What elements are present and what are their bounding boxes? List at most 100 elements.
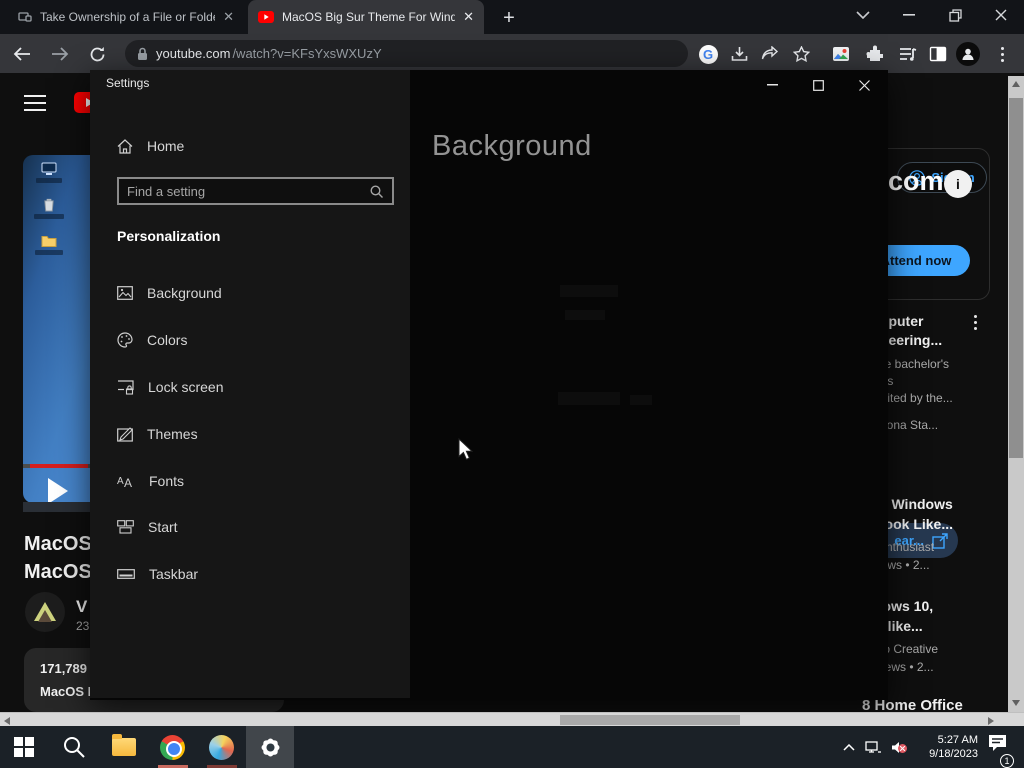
tab-favicon-windows-icon — [18, 10, 32, 24]
video-title-line1: MacOS — [24, 533, 92, 555]
sidebar-item-start[interactable]: Start — [90, 511, 410, 543]
forward-button[interactable] — [46, 40, 74, 68]
sidebar-item-colors[interactable]: Colors — [90, 324, 410, 356]
new-tab-button[interactable]: + — [496, 5, 522, 31]
scroll-down-arrow — [1012, 700, 1020, 706]
sidebar-item-lock-screen[interactable]: Lock screen — [90, 371, 410, 403]
settings-close-button[interactable] — [841, 70, 887, 100]
settings-search-box[interactable] — [117, 177, 394, 205]
url-domain: youtube.com — [156, 46, 231, 61]
tab-title: Take Ownership of a File or Folde — [40, 10, 216, 24]
network-icon[interactable] — [865, 740, 881, 754]
bleed-artifact — [558, 392, 620, 405]
sidebar-item-background[interactable]: Background — [90, 277, 410, 309]
video-player[interactable] — [23, 155, 90, 503]
photos-extension-icon[interactable] — [827, 40, 855, 68]
browser-close-button[interactable] — [981, 0, 1021, 30]
tray-chevron-icon[interactable] — [843, 743, 855, 751]
tab-search-chevron-icon[interactable] — [843, 0, 883, 30]
settings-maximize-button[interactable] — [795, 70, 841, 100]
taskbar-clock[interactable]: 5:27 AM 9/18/2023 — [916, 733, 978, 761]
settings-taskbar-button[interactable] — [246, 726, 294, 768]
vertical-scroll-thumb[interactable] — [1009, 98, 1023, 458]
chrome-icon — [159, 734, 185, 760]
settings-minimize-button[interactable] — [749, 70, 795, 100]
settings-section-heading: Personalization — [117, 228, 221, 244]
edge-icon — [208, 734, 234, 760]
reload-button[interactable] — [83, 40, 111, 68]
address-bar[interactable]: youtube.com/watch?v=KFsYxsWXUzY — [125, 40, 688, 67]
system-tray: 5:27 AM 9/18/2023 1 — [843, 726, 1014, 768]
rail-video1-menu-icon[interactable] — [974, 315, 977, 330]
sidebar-item-label: Taskbar — [149, 566, 199, 582]
download-icon[interactable] — [725, 40, 753, 68]
extensions-puzzle-icon[interactable] — [861, 40, 889, 68]
bleed-artifact — [565, 310, 605, 320]
play-button-icon[interactable] — [48, 478, 68, 504]
volume-muted-icon[interactable] — [891, 741, 907, 754]
bleed-artifact — [560, 285, 618, 297]
lock-screen-icon — [118, 379, 134, 395]
taskbar-search-button[interactable] — [50, 726, 98, 768]
start-button[interactable] — [0, 726, 48, 768]
share-icon[interactable] — [756, 40, 784, 68]
desktop-icon-recycle-bin — [29, 198, 69, 219]
channel-avatar[interactable] — [25, 592, 65, 632]
scroll-up-arrow — [1012, 81, 1020, 87]
sidebar-item-label: Lock screen — [148, 379, 224, 395]
external-link-icon — [932, 532, 948, 549]
url-path: /watch?v=KFsYxsWXUzY — [232, 46, 382, 61]
sidebar-item-themes[interactable]: Themes — [90, 418, 410, 450]
chrome-taskbar-button[interactable] — [148, 726, 196, 768]
profile-avatar[interactable] — [954, 40, 982, 68]
video-progress-bar — [30, 464, 88, 468]
tab-title: MacOS Big Sur Theme For Windo — [282, 10, 456, 24]
tab-close-icon[interactable]: ✕ — [463, 9, 474, 25]
browser-menu-icon[interactable] — [988, 40, 1016, 68]
google-favicon[interactable]: G — [694, 40, 722, 68]
start-icon — [117, 520, 134, 534]
settings-nav-home[interactable]: Home — [90, 130, 410, 162]
tab-favicon-youtube-icon — [258, 11, 274, 23]
themes-icon — [117, 426, 133, 442]
home-label: Home — [147, 138, 185, 154]
bookmark-star-icon[interactable] — [787, 40, 815, 68]
scroll-left-arrow — [4, 717, 10, 725]
sidebar-item-label: Themes — [147, 426, 198, 442]
horizontal-scroll-thumb[interactable] — [560, 715, 740, 725]
browser-restore-button[interactable] — [935, 0, 975, 30]
fonts-icon: AA — [117, 476, 132, 489]
sidebar-item-taskbar[interactable]: Taskbar — [90, 558, 410, 590]
side-panel-icon[interactable] — [924, 40, 952, 68]
folder-icon — [112, 734, 136, 756]
tab-close-icon[interactable]: ✕ — [223, 9, 234, 25]
settings-window-title: Settings — [106, 76, 150, 90]
notification-icon — [989, 735, 1006, 751]
ad-info-icon[interactable]: i — [944, 170, 972, 198]
ad-domain-text: com — [888, 166, 944, 196]
tab-take-ownership[interactable]: Take Ownership of a File or Folde ✕ — [8, 0, 244, 34]
hamburger-menu-icon[interactable] — [24, 95, 46, 111]
edge-taskbar-button[interactable] — [197, 726, 245, 768]
settings-search-input[interactable] — [119, 183, 370, 199]
action-center-button[interactable]: 1 — [988, 734, 1014, 768]
browser-minimize-button[interactable] — [889, 0, 929, 30]
sidebar-item-fonts[interactable]: AA Fonts — [90, 465, 410, 497]
search-magnifier-icon[interactable] — [370, 184, 392, 198]
horizontal-scrollbar[interactable] — [0, 712, 1024, 726]
clock-date: 9/18/2023 — [929, 748, 978, 760]
description-text: MacOS E — [40, 684, 97, 699]
screen: Take Ownership of a File or Folde ✕ MacO… — [0, 0, 1024, 768]
back-button[interactable] — [8, 40, 36, 68]
kebab-dots — [1000, 46, 1004, 62]
reading-list-icon[interactable] — [894, 40, 922, 68]
sidebar-item-label: Background — [147, 285, 222, 301]
avatar-circle — [956, 42, 980, 66]
windows-logo-icon — [14, 737, 34, 757]
file-explorer-button[interactable] — [100, 726, 148, 768]
tab-youtube[interactable]: MacOS Big Sur Theme For Windo ✕ — [248, 0, 484, 34]
view-count: 171,789 — [40, 661, 87, 676]
notification-badge: 1 — [1000, 754, 1014, 768]
vertical-scrollbar[interactable] — [1008, 76, 1024, 712]
channel-name[interactable]: V — [76, 597, 87, 617]
